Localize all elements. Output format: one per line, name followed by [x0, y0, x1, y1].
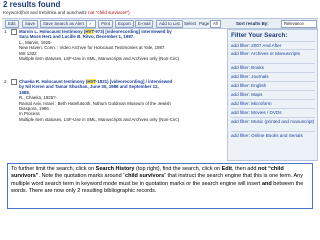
divider [231, 41, 315, 42]
record-title-part: Marvin L. Holocaust testimony ( [19, 29, 86, 34]
record-status: Multiple item statuses, LSF-Use in SML, … [19, 116, 180, 122]
caption-text: (top right), find the search, click on [134, 166, 222, 172]
blank-area [0, 216, 320, 240]
select-label: Select [184, 21, 197, 26]
sort-select[interactable]: Relevance [281, 20, 317, 28]
caption-text: , then add [232, 166, 259, 172]
record-title-part: Chaeka R. Holocaust testimony ( [19, 79, 88, 84]
record-title-part: -973) [videorecording] interviewed by [93, 29, 172, 34]
search-query-note: not "child survivors") [88, 10, 130, 15]
add-to-list-button[interactable]: Add to List [156, 20, 183, 28]
filter-maps[interactable]: add filter: Maps [231, 92, 315, 97]
toolbar: Edit Save Save Search as Alert ✓ Print E… [2, 18, 318, 29]
divider [231, 81, 315, 82]
record-body: Marvin L. Holocaust testimony (HVT-973) … [19, 29, 223, 61]
email-button[interactable]: E-mail [135, 20, 154, 28]
divider [231, 99, 315, 100]
caption-bold: Edit [221, 166, 233, 172]
results-count-title: 2 results found [3, 0, 61, 9]
search-query-line: Keyword(hot and trebilnka and auschwitz … [3, 10, 130, 15]
record-number: 2 [4, 79, 7, 84]
filter-online-books-serials[interactable]: add filter: Online Books and Serials [231, 133, 315, 138]
save-button[interactable]: Save [22, 20, 39, 28]
filter-2007-and-after[interactable]: add filter: 2007 And After [231, 43, 315, 48]
edit-button[interactable]: Edit [5, 20, 19, 28]
divider [231, 90, 315, 91]
divider [231, 49, 315, 50]
filter-title: Filter Your Search: [231, 32, 288, 39]
record-checkbox[interactable] [11, 79, 17, 85]
filter-english[interactable]: add filter: English [231, 83, 315, 88]
divider [231, 131, 315, 132]
instruction-caption: To further limit the search, click on Se… [7, 163, 313, 209]
page-label: Page [199, 21, 210, 26]
divider [231, 63, 315, 64]
caption-text: . Note the quotation marks around “ [38, 173, 126, 180]
search-query-text: Keyword(hot and trebilnka and auschwitz [3, 10, 87, 15]
divider [231, 72, 315, 73]
save-search-alert-button[interactable]: Save Search as Alert [40, 20, 88, 28]
divider [231, 117, 315, 118]
select-all-checkbox[interactable]: ✓ [86, 20, 96, 28]
results-list: 1 Marvin L. Holocaust testimony (HVT-973… [2, 29, 225, 162]
record-title-highlight: HVT [87, 79, 96, 84]
filter-movies-dvds[interactable]: add filter: Movies / DVDs [231, 110, 315, 115]
record-title-highlight: HVT [85, 29, 94, 34]
print-button[interactable]: Print [98, 20, 114, 28]
filter-journals[interactable]: add filter: Journals [231, 74, 315, 79]
filter-panel: Filter Your Search: add filter: 2007 And… [227, 29, 318, 161]
record-number: 1 [4, 29, 7, 34]
caption-bold: Search History [95, 166, 135, 172]
filter-archives-manuscripts[interactable]: add filter: Archives or Manuscripts [231, 51, 315, 56]
filter-books[interactable]: add filter: Books [231, 65, 315, 70]
page-select[interactable]: All [210, 20, 221, 28]
filter-music[interactable]: add filter: Music (printed and manuscrip… [231, 119, 315, 124]
export-button[interactable]: Export [115, 20, 134, 28]
filter-microform[interactable]: add filter: Microform [231, 101, 315, 106]
record-title-part: -1821) [videorecording] / interviewed [95, 79, 173, 84]
divider [231, 108, 315, 109]
sort-label: Sort results By: [236, 21, 269, 26]
caption-bold: and [261, 180, 272, 187]
record-checkbox[interactable] [11, 29, 17, 35]
record-body: Chaeka R. Holocaust testimony (HVT-1821)… [19, 79, 223, 122]
page: 2 results found Keyword(hot and trebilnk… [0, 0, 320, 240]
record-status: Multiple item statuses, LSF-Use in SML, … [19, 56, 180, 62]
caption-bold: child survivors [125, 173, 165, 180]
caption-text: To further limit the search, click on [11, 166, 96, 172]
